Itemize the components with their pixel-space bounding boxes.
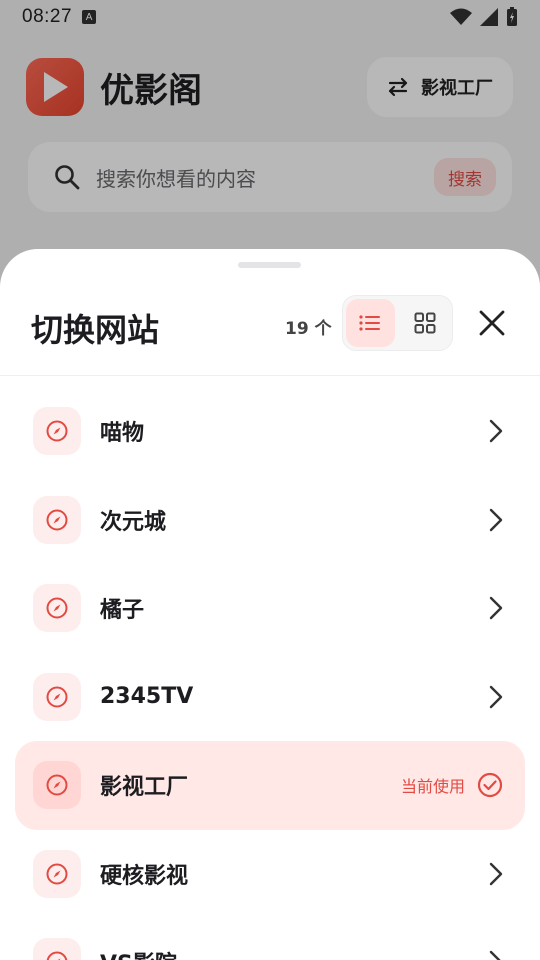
site-count: 19 个 — [285, 319, 332, 339]
switch-site-sheet: 切换网站 19 个 喵物 次元城 橘子 2345TV 影视工厂 当前使用 硬核影… — [0, 249, 540, 960]
site-item-miaowu[interactable]: 喵物 — [15, 387, 525, 476]
row-action: 当前使用 — [401, 741, 503, 830]
close-button[interactable] — [472, 303, 512, 343]
check-circle-icon — [477, 773, 503, 798]
site-item-juzi[interactable]: 橘子 — [15, 564, 525, 653]
site-item-yinghe[interactable]: 硬核影视 — [15, 830, 525, 919]
row-action — [489, 387, 503, 476]
compass-icon — [46, 420, 68, 442]
site-icon — [33, 938, 81, 960]
grid-view-icon — [414, 312, 436, 334]
sheet-title: 切换网站 — [31, 311, 160, 349]
compass-icon — [46, 509, 68, 531]
current-site-label: 当前使用 — [400, 777, 465, 797]
view-mode-toggle — [342, 295, 453, 351]
site-name: 2345TV — [100, 684, 194, 710]
site-icon — [33, 761, 81, 810]
row-action — [489, 476, 503, 565]
drag-handle[interactable] — [238, 262, 301, 268]
chevron-right-icon — [489, 862, 503, 885]
site-item-vs[interactable]: VS影院 — [15, 918, 525, 960]
chevron-right-icon — [489, 951, 501, 960]
site-icon — [33, 849, 81, 898]
site-name: VS影院 — [100, 946, 177, 960]
compass-icon — [46, 951, 68, 960]
site-item-ciyuancheng[interactable]: 次元城 — [15, 476, 525, 565]
site-item-2345tv[interactable]: 2345TV — [15, 653, 525, 742]
header-divider — [0, 375, 540, 376]
close-icon — [479, 310, 505, 336]
row-action — [489, 564, 503, 653]
site-name: 喵物 — [100, 421, 145, 447]
site-item-yingshigongchang[interactable]: 影视工厂 当前使用 — [15, 741, 525, 830]
list-view-button[interactable] — [346, 299, 395, 347]
grid-view-button[interactable] — [401, 299, 450, 347]
row-action — [489, 653, 503, 742]
chevron-right-icon — [489, 508, 503, 531]
compass-icon — [46, 597, 68, 619]
compass-icon — [46, 686, 68, 708]
sheet-header: 切换网站 19 个 — [0, 289, 540, 375]
site-icon — [33, 407, 81, 456]
site-icon — [33, 584, 81, 633]
list-view-icon — [359, 315, 381, 331]
compass-icon — [46, 774, 68, 796]
site-name: 橘子 — [100, 598, 145, 624]
chevron-right-icon — [489, 685, 503, 708]
chevron-right-icon — [489, 420, 503, 443]
site-list: 喵物 次元城 橘子 2345TV 影视工厂 当前使用 硬核影视 — [0, 387, 540, 960]
site-icon — [33, 672, 81, 721]
site-name: 次元城 — [100, 509, 167, 535]
chevron-right-icon — [489, 597, 503, 620]
row-action — [489, 830, 503, 919]
compass-icon — [46, 863, 68, 885]
site-name: 影视工厂 — [100, 775, 189, 801]
row-action — [489, 918, 503, 960]
site-name: 硬核影视 — [100, 863, 189, 889]
site-icon — [33, 495, 81, 544]
